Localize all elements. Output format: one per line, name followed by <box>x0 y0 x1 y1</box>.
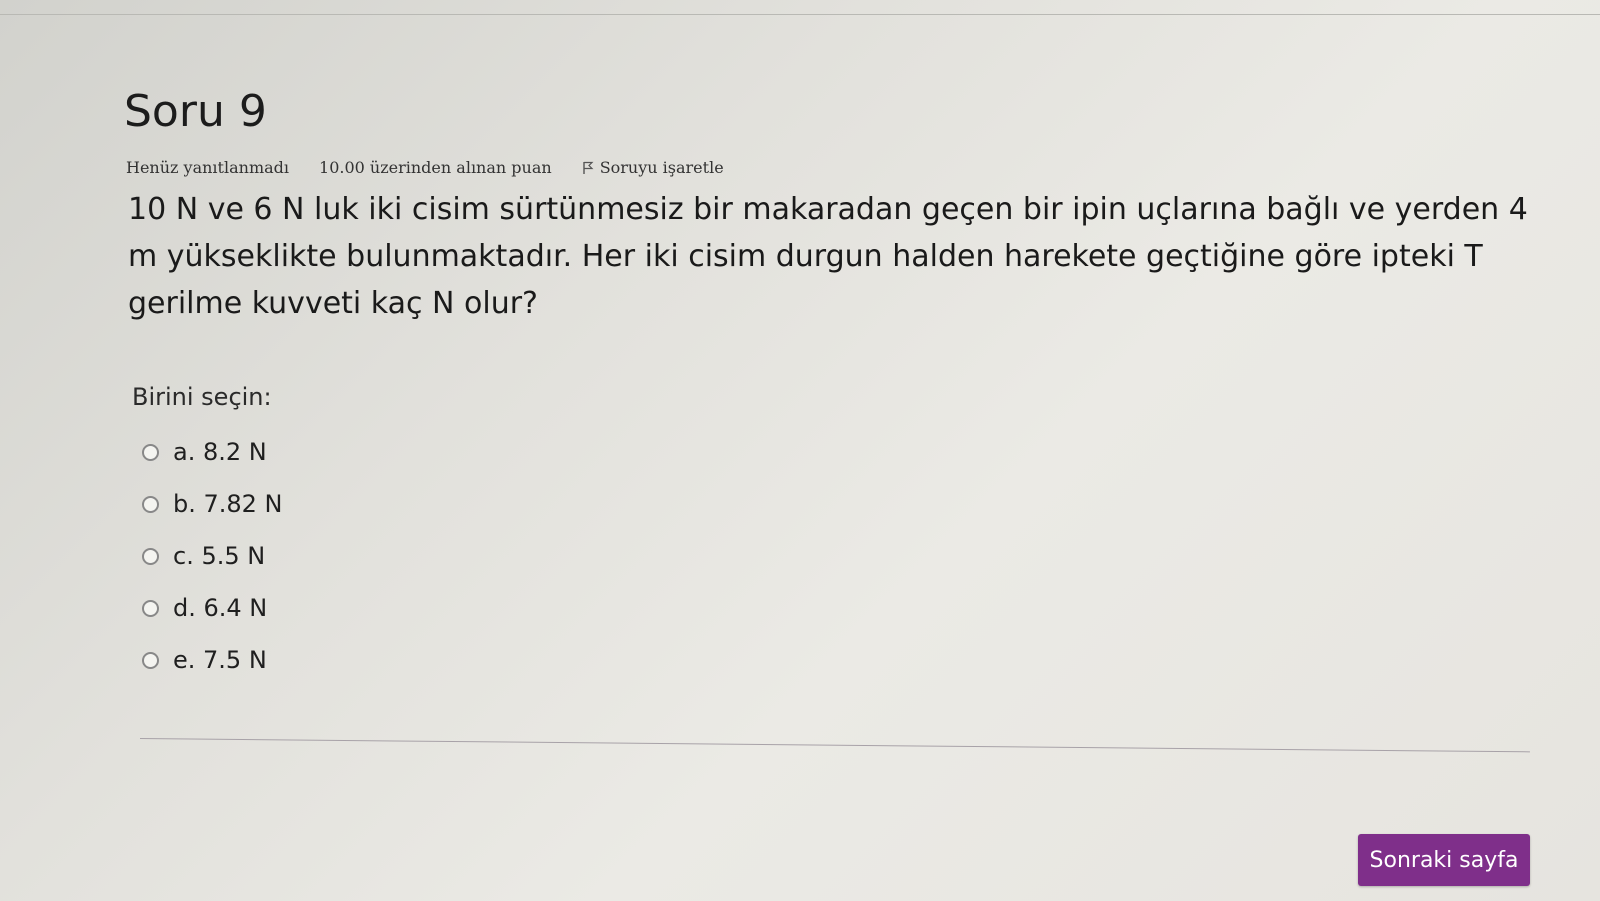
answer-option-c[interactable]: c. 5.5 N <box>142 530 283 582</box>
question-text: 10 N ve 6 N luk iki cisim sürtünmesiz bi… <box>128 192 1528 321</box>
radio-unchecked-icon[interactable] <box>142 443 159 461</box>
answer-option-a[interactable]: a. 8.2 N <box>142 426 283 478</box>
answer-label: c. 5.5 N <box>173 542 266 570</box>
answer-label: d. 6.4 N <box>173 594 268 622</box>
answer-option-e[interactable]: e. 7.5 N <box>142 634 283 686</box>
next-page-button[interactable]: Sonraki sayfa <box>1358 834 1530 886</box>
radio-unchecked-icon[interactable] <box>142 547 159 565</box>
question-state: Henüz yanıtlanmadı <box>126 158 290 177</box>
radio-unchecked-icon[interactable] <box>142 495 159 513</box>
section-divider <box>139 738 1530 753</box>
answer-label: e. 7.5 N <box>173 646 267 674</box>
answer-label: a. 8.2 N <box>173 438 267 466</box>
answer-prompt: Birini seçin: <box>132 383 272 411</box>
answer-option-d[interactable]: d. 6.4 N <box>142 582 283 634</box>
radio-unchecked-icon[interactable] <box>142 651 159 669</box>
question-title: Soru 9 <box>124 86 267 137</box>
answer-label: b. 7.82 N <box>173 490 283 518</box>
answer-list: a. 8.2 N b. 7.82 N c. 5.5 N d. 6.4 N e. … <box>142 426 283 686</box>
question-info: Henüz yanıtlanmadı 10.00 üzerinden alına… <box>126 158 724 177</box>
flag-icon <box>582 161 594 174</box>
answer-option-b[interactable]: b. 7.82 N <box>142 478 283 530</box>
top-divider <box>0 14 1600 15</box>
flag-question-label: Soruyu işaretle <box>599 158 724 177</box>
radio-unchecked-icon[interactable] <box>142 599 159 617</box>
flag-question-link[interactable]: Soruyu işaretle <box>582 158 724 177</box>
question-grade: 10.00 üzerinden alınan puan <box>319 158 552 177</box>
